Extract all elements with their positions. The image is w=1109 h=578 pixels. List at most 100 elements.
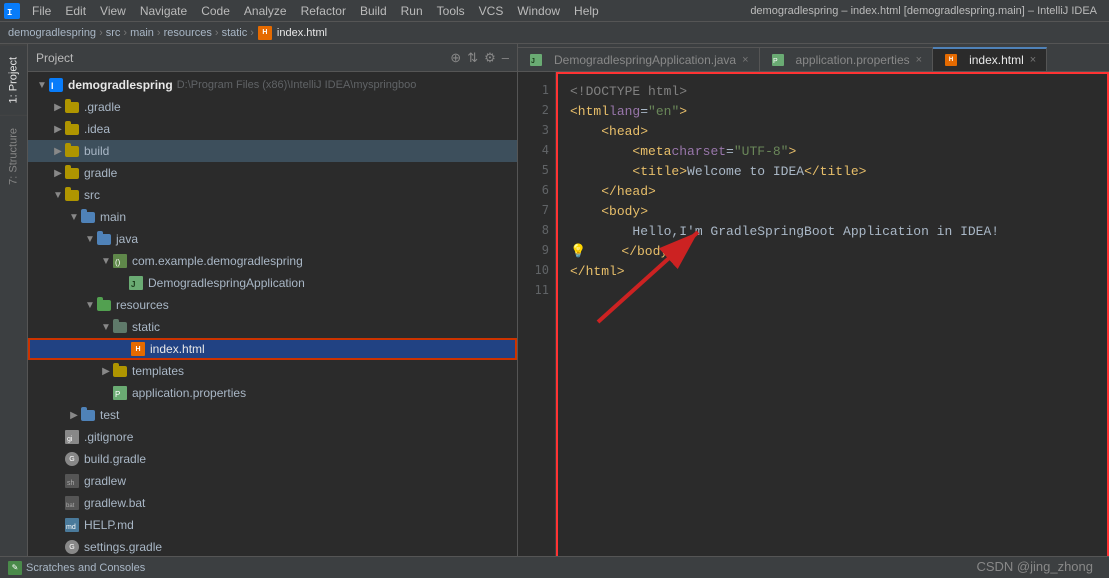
tree-main[interactable]: ▼ main (28, 206, 517, 228)
props-file-icon: P (112, 385, 128, 401)
menu-window[interactable]: Window (511, 2, 566, 20)
scratches-bottom-label: Scratches and Consoles (26, 562, 145, 574)
menu-run[interactable]: Run (395, 2, 429, 20)
side-tab-structure[interactable]: 7: Structure (0, 115, 27, 197)
breadcrumb-src[interactable]: src (106, 27, 121, 39)
menu-edit[interactable]: Edit (59, 2, 92, 20)
breadcrumb-project[interactable]: demogradlespring (8, 27, 96, 39)
svg-text:(): () (115, 258, 121, 267)
tree-gradlew[interactable]: ▶ sh gradlew (28, 470, 517, 492)
menu-code[interactable]: Code (195, 2, 236, 20)
tab-main-class[interactable]: J DemogradlespringApplication.java × (518, 47, 760, 71)
folder-icon-idea (64, 121, 80, 137)
breadcrumb-main[interactable]: main (130, 27, 154, 39)
templates-label: templates (132, 364, 184, 378)
menu-refactor[interactable]: Refactor (295, 2, 352, 20)
tree-settings-gradle[interactable]: ▶ G settings.gradle (28, 536, 517, 558)
tree-build-gradle[interactable]: ▶ G build.gradle (28, 448, 517, 470)
gradlew-icon: sh (64, 473, 80, 489)
menu-vcs[interactable]: VCS (473, 2, 510, 20)
folder-icon-gradle (64, 165, 80, 181)
tree-help-md[interactable]: ▶ md HELP.md (28, 514, 517, 536)
locate-icon[interactable]: ⊕ (450, 50, 461, 66)
breadcrumb-static[interactable]: static (222, 27, 248, 39)
tree-src[interactable]: ▼ src (28, 184, 517, 206)
menu-view[interactable]: View (94, 2, 132, 20)
app-logo: I (4, 3, 20, 19)
settings-icon[interactable]: ⚙ (484, 50, 496, 66)
tree-resources[interactable]: ▼ resources (28, 294, 517, 316)
tab-props-icon: P (770, 52, 786, 68)
tree-gitignore[interactable]: ▶ gi .gitignore (28, 426, 517, 448)
tree-static[interactable]: ▼ static (28, 316, 517, 338)
breadcrumb-file[interactable]: index.html (277, 27, 327, 39)
tree-app-properties[interactable]: ▶ P application.properties (28, 382, 517, 404)
root-path: D:\Program Files (x86)\IntelliJ IDEA\mys… (177, 79, 417, 91)
tree-idea[interactable]: ▶ .idea (28, 118, 517, 140)
index-html-label: index.html (150, 342, 205, 356)
tree-java[interactable]: ▼ java (28, 228, 517, 250)
gitignore-label: .gitignore (84, 430, 133, 444)
tree-package[interactable]: ▼ () com.example.demogradlespring (28, 250, 517, 272)
tree-gradle[interactable]: ▶ gradle (28, 162, 517, 184)
package-label: com.example.demogradlespring (132, 254, 303, 268)
layout-icon[interactable]: ⇅ (467, 50, 478, 66)
breadcrumb: demogradlespring › src › main › resource… (0, 22, 1109, 44)
resources-label: resources (116, 298, 169, 312)
test-label: test (100, 408, 119, 422)
tab-close-index-html[interactable]: × (1030, 54, 1036, 66)
tab-app-props[interactable]: P application.properties × (760, 47, 934, 71)
tab-index-html[interactable]: H index.html × (933, 47, 1047, 71)
svg-text:md: md (66, 524, 76, 531)
tree-root[interactable]: ▼ I demogradlespring D:\Program Files (x… (28, 74, 517, 96)
tree-main-class[interactable]: ▶ J DemogradlespringApplication (28, 272, 517, 294)
code-line-9: 💡 </body> (570, 242, 1095, 262)
static-label: static (132, 320, 160, 334)
expand-arrow: ▼ (100, 255, 112, 267)
gradlew-bat-label: gradlew.bat (84, 496, 145, 510)
svg-text:sh: sh (67, 480, 75, 487)
tree-build[interactable]: ▶ build (28, 140, 517, 162)
expand-arrow: ▼ (100, 321, 112, 333)
tab-index-html-label: index.html (969, 53, 1024, 67)
code-line-7: <body> (570, 202, 1095, 222)
panel-title: Project (36, 51, 73, 65)
md-icon: md (64, 517, 80, 533)
menu-file[interactable]: File (26, 2, 57, 20)
close-panel-icon[interactable]: – (502, 50, 509, 66)
tab-close-app-props[interactable]: × (916, 54, 922, 66)
main-layout: 1: Project 7: Structure Project ⊕ ⇅ ⚙ – … (0, 44, 1109, 578)
svg-text:J: J (531, 58, 535, 65)
side-tab-project[interactable]: 1: Project (0, 44, 27, 115)
tab-main-class-label: DemogradlespringApplication.java (554, 53, 736, 67)
src-label: src (84, 188, 100, 202)
html-file-icon: H (130, 341, 146, 357)
menu-help[interactable]: Help (568, 2, 605, 20)
menu-analyze[interactable]: Analyze (238, 2, 293, 20)
tree-gradlew-bat[interactable]: ▶ bat gradlew.bat (28, 492, 517, 514)
code-line-4: <meta charset="UTF-8"> (570, 142, 1095, 162)
tree-index-html[interactable]: ▶ H index.html (28, 338, 517, 360)
menu-build[interactable]: Build (354, 2, 393, 20)
breadcrumb-resources[interactable]: resources (164, 27, 212, 39)
gradlew-bat-icon: bat (64, 495, 80, 511)
tab-close-main-class[interactable]: × (742, 54, 748, 66)
expand-arrow: ▶ (100, 365, 112, 377)
idea-label: .idea (84, 122, 110, 136)
tab-app-props-label: application.properties (796, 53, 910, 67)
code-line-10: </html> (570, 262, 1095, 282)
menu-tools[interactable]: Tools (431, 2, 471, 20)
window-title: demogradlespring – index.html [demogradl… (750, 5, 1105, 17)
tree-test[interactable]: ▶ test (28, 404, 517, 426)
scratches-bottom-item[interactable]: ✎ Scratches and Consoles (8, 561, 145, 575)
folder-icon-test (80, 407, 96, 423)
build-label: build (84, 144, 109, 158)
expand-arrow: ▼ (68, 211, 80, 223)
expand-arrow: ▶ (52, 101, 64, 113)
code-line-2: <html lang="en"> (570, 102, 1095, 122)
menu-navigate[interactable]: Navigate (134, 2, 193, 20)
svg-text:I: I (7, 8, 12, 18)
tree-gradle-hidden[interactable]: ▶ .gradle (28, 96, 517, 118)
code-content[interactable]: <!DOCTYPE html> <html lang="en"> <head> … (556, 72, 1109, 578)
tree-templates[interactable]: ▶ templates (28, 360, 517, 382)
